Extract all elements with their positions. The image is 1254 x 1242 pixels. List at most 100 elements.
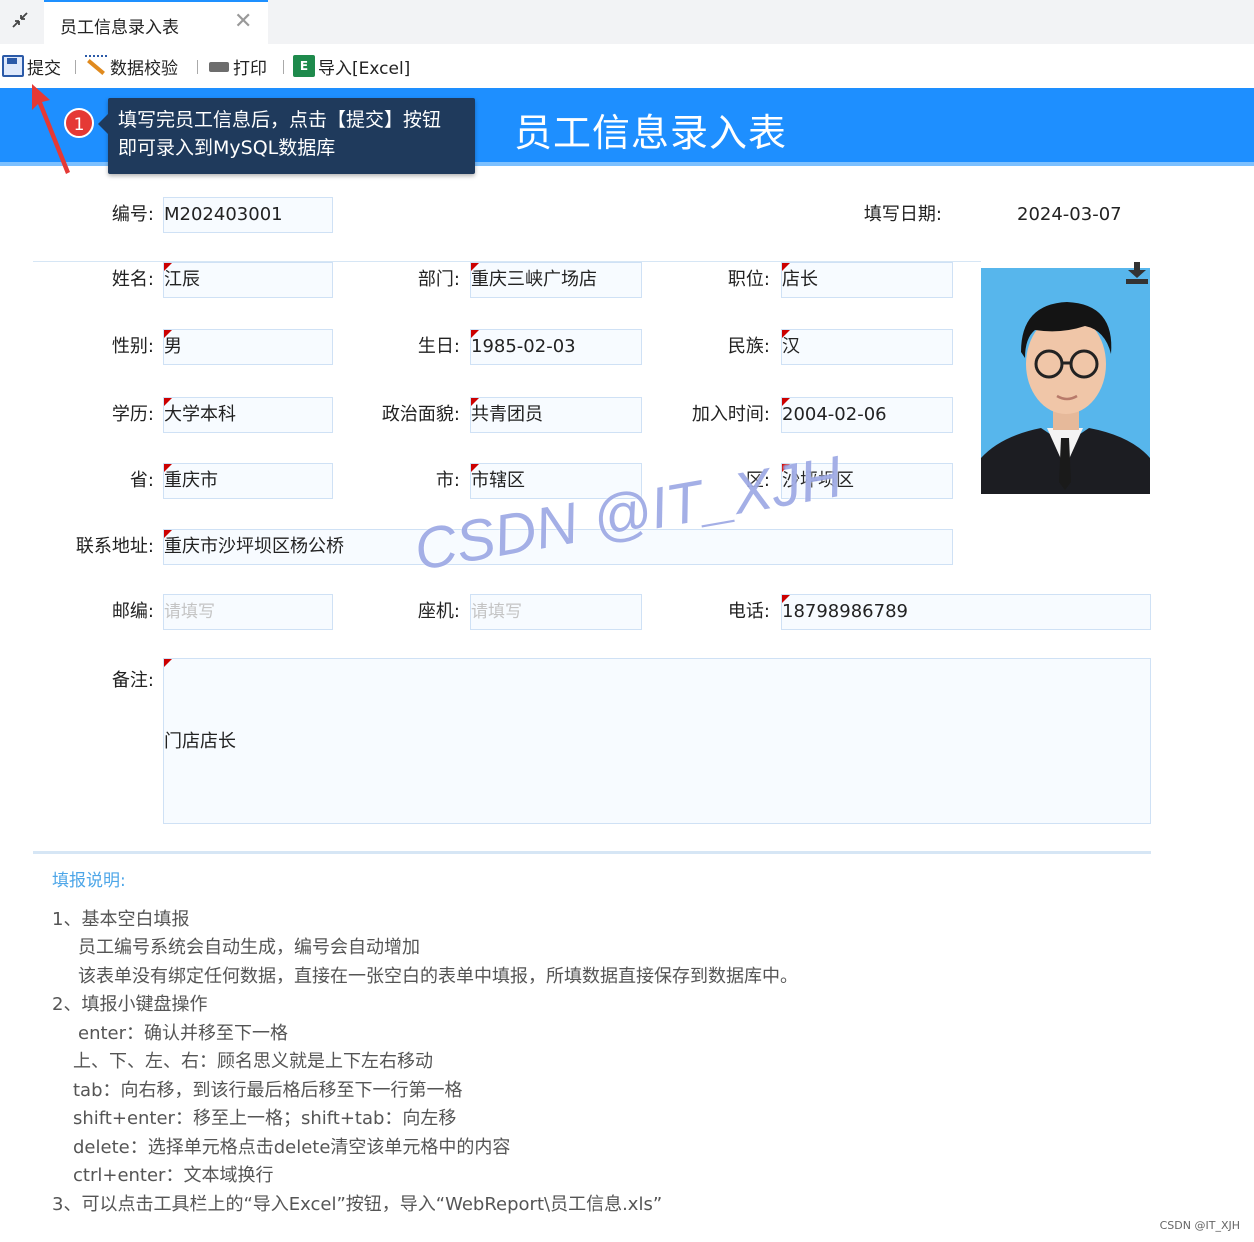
- note-line: 1、基本空白填报: [52, 909, 190, 930]
- dept-value: 重庆三峡广场店: [471, 269, 597, 290]
- submit-label: 提交: [27, 58, 61, 79]
- required-marker: [164, 398, 172, 406]
- note-line: shift+enter：移至上一格；shift+tab：向左移: [73, 1108, 457, 1129]
- politics-label: 政治面貌:: [381, 404, 460, 425]
- validate-label: 数据校验: [110, 58, 178, 79]
- required-marker: [471, 398, 479, 406]
- collapse-arrows-icon: [12, 12, 28, 28]
- print-button[interactable]: 打印: [208, 54, 267, 79]
- validate-pencil-icon: [85, 55, 107, 77]
- date-value: 2024-03-07: [1017, 204, 1122, 225]
- address-label: 联系地址:: [75, 536, 154, 557]
- edu-value: 大学本科: [164, 404, 236, 425]
- toolbar: 提交 数据校验 打印 E 导入[Excel]: [0, 44, 1254, 88]
- id-label: 编号:: [111, 204, 154, 225]
- province-label: 省:: [129, 470, 154, 491]
- required-marker: [782, 263, 790, 271]
- birth-value: 1985-02-03: [471, 336, 576, 357]
- printer-icon: [208, 55, 230, 79]
- phone-label: 电话:: [727, 601, 770, 622]
- required-marker: [164, 330, 172, 338]
- city-value: 市辖区: [471, 470, 525, 491]
- divider: [33, 851, 1151, 854]
- join-field[interactable]: 2004-02-06: [781, 397, 953, 433]
- landline-field[interactable]: 请填写: [470, 594, 642, 630]
- required-marker: [782, 398, 790, 406]
- submit-button[interactable]: 提交: [2, 54, 61, 79]
- landline-label: 座机:: [417, 601, 460, 622]
- province-field[interactable]: 重庆市: [163, 463, 333, 499]
- note-line: enter：确认并移至下一格: [78, 1023, 289, 1044]
- date-label: 填写日期:: [863, 204, 942, 225]
- zip-field[interactable]: 请填写: [163, 594, 333, 630]
- close-icon[interactable]: ✕: [234, 10, 252, 34]
- zip-placeholder: 请填写: [164, 602, 215, 622]
- remark-label: 备注:: [111, 670, 154, 691]
- required-marker: [471, 330, 479, 338]
- gender-value: 男: [164, 336, 182, 357]
- position-value: 店长: [782, 269, 818, 290]
- employee-photo: [981, 268, 1150, 494]
- excel-icon: E: [293, 55, 315, 77]
- gender-field[interactable]: 男: [163, 329, 333, 365]
- remark-value: 门店店长: [164, 731, 236, 752]
- required-marker: [164, 659, 172, 667]
- note-line: 上、下、左、右：顾名思义就是上下左右移动: [73, 1051, 433, 1072]
- import-label: 导入[Excel]: [318, 58, 411, 79]
- politics-value: 共青团员: [471, 404, 543, 425]
- join-label: 加入时间:: [691, 404, 770, 425]
- note-line: tab：向右移，到该行最后格后移至下一行第一格: [73, 1080, 463, 1101]
- province-value: 重庆市: [164, 470, 218, 491]
- dept-label: 部门:: [417, 269, 460, 290]
- validate-button[interactable]: 数据校验: [85, 54, 178, 79]
- remark-textarea[interactable]: 门店店长: [163, 658, 1151, 824]
- collapse-icon[interactable]: [8, 10, 32, 34]
- tab-bar: 员工信息录入表 ✕: [0, 0, 1254, 44]
- download-icon[interactable]: [1125, 262, 1149, 284]
- name-value: 江辰: [164, 269, 200, 290]
- zip-label: 邮编:: [111, 601, 154, 622]
- join-value: 2004-02-06: [782, 404, 887, 425]
- gender-label: 性别:: [111, 336, 154, 357]
- tooltip-line-1: 填写完员工信息后，点击【提交】按钮: [118, 109, 442, 131]
- toolbar-divider: [75, 60, 76, 74]
- ethnic-value: 汉: [782, 336, 800, 357]
- toolbar-divider: [197, 60, 198, 74]
- note-line: delete：选择单元格点击delete清空该单元格中的内容: [73, 1137, 511, 1158]
- phone-field[interactable]: 18798986789: [781, 594, 1151, 630]
- position-label: 职位:: [727, 269, 770, 290]
- dept-field[interactable]: 重庆三峡广场店: [470, 262, 642, 298]
- note-line: ctrl+enter：文本域换行: [73, 1165, 274, 1186]
- politics-field[interactable]: 共青团员: [470, 397, 642, 433]
- address-value: 重庆市沙坪坝区杨公桥: [164, 536, 344, 557]
- annotation-tooltip: 填写完员工信息后，点击【提交】按钮 即可录入到MySQL数据库: [98, 98, 475, 174]
- edu-field[interactable]: 大学本科: [163, 397, 333, 433]
- notes-title: 填报说明:: [52, 871, 126, 891]
- tab-title: 员工信息录入表: [60, 18, 179, 38]
- print-label: 打印: [233, 58, 267, 79]
- step-badge: 1: [64, 108, 94, 138]
- phone-value: 18798986789: [782, 601, 908, 622]
- required-marker: [471, 464, 479, 472]
- birth-field[interactable]: 1985-02-03: [470, 329, 642, 365]
- position-field[interactable]: 店长: [781, 262, 953, 298]
- note-line: 2、填报小键盘操作: [52, 994, 208, 1015]
- city-label: 市:: [435, 470, 460, 491]
- page-title: 员工信息录入表: [514, 111, 788, 155]
- required-marker: [782, 595, 790, 603]
- required-marker: [782, 330, 790, 338]
- import-excel-button[interactable]: E 导入[Excel]: [293, 54, 411, 79]
- edu-label: 学历:: [111, 404, 154, 425]
- landline-placeholder: 请填写: [471, 602, 522, 622]
- required-marker: [471, 263, 479, 271]
- toolbar-divider: [283, 60, 284, 74]
- tab-employee-form[interactable]: 员工信息录入表 ✕: [44, 0, 268, 44]
- name-label: 姓名:: [111, 269, 154, 290]
- birth-label: 生日:: [417, 336, 460, 357]
- note-line: 员工编号系统会自动生成，编号会自动增加: [78, 937, 420, 958]
- name-field[interactable]: 江辰: [163, 262, 333, 298]
- note-line: 3、可以点击工具栏上的“导入Excel”按钮，导入“WebReport\员工信息…: [52, 1194, 663, 1215]
- id-field[interactable]: M202403001: [163, 197, 333, 233]
- portrait-image: [981, 268, 1150, 494]
- ethnic-field[interactable]: 汉: [781, 329, 953, 365]
